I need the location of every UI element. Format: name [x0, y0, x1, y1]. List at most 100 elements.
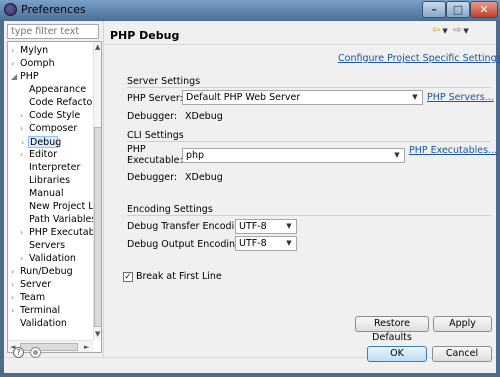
minimize-button[interactable]: – — [422, 1, 446, 18]
tree-item-label: Code Style — [29, 110, 81, 121]
tree-item-label: Terminal — [20, 305, 61, 316]
tree-items: › Mylyn › Oomph ◢ PHP Appearance Code Refactor ›… — [8, 42, 93, 340]
collapsed-arrow-icon[interactable]: › — [20, 123, 28, 135]
tree-item-label: Interpreter — [29, 162, 81, 173]
header-separator — [104, 44, 496, 45]
tree-item[interactable]: › Terminal — [8, 305, 93, 317]
tree-item[interactable]: › Oomph — [8, 58, 93, 70]
tree-item-label: Path Variables — [29, 214, 93, 225]
chevron-down-icon: ▼ — [412, 93, 418, 101]
tree-item-label: Editor — [29, 149, 58, 160]
tree-item[interactable]: Servers — [8, 240, 93, 252]
expanded-arrow-icon[interactable]: ◢ — [11, 71, 19, 83]
back-dropdown-icon[interactable]: ▼ — [442, 27, 447, 35]
debug-output-encoding-select[interactable]: UTF-8 ▼ — [235, 236, 297, 251]
preferences-window: Preferences – □ ✕ ›Mylyn›Oomph◢PHPAppear… — [0, 0, 500, 377]
scroll-down-icon[interactable]: ▼ — [95, 330, 100, 338]
collapsed-arrow-icon[interactable]: › — [11, 305, 19, 317]
break-at-first-line-label: Break at First Line — [136, 271, 222, 282]
tree-item-label: Server — [20, 279, 52, 290]
maximize-button[interactable]: □ — [446, 1, 470, 18]
tree-item[interactable]: › Server — [8, 279, 93, 291]
cli-debugger-label: Debugger: — [127, 172, 178, 183]
cancel-button[interactable]: Cancel — [432, 346, 492, 362]
collapsed-arrow-icon[interactable]: › — [11, 266, 19, 278]
php-server-select[interactable]: Default PHP Web Server ▼ — [182, 90, 423, 105]
tree-item[interactable]: Libraries — [8, 175, 93, 187]
collapsed-arrow-icon[interactable]: › — [11, 45, 19, 57]
tree-item[interactable]: ◢ PHP — [8, 71, 93, 83]
configure-project-settings-link[interactable]: Configure Project Specific Settings... — [338, 53, 500, 64]
debug-output-encoding-label: Debug Output Encoding — [127, 239, 242, 250]
tree-item[interactable]: Validation — [8, 318, 93, 330]
tree-item-label: Mylyn — [20, 45, 49, 56]
tree-item-label: PHP — [20, 71, 39, 82]
php-servers-link[interactable]: PHP Servers... — [427, 92, 494, 103]
collapsed-arrow-icon[interactable]: › — [21, 137, 29, 149]
tree-item-label: Validation — [29, 253, 76, 264]
filter-input[interactable] — [7, 24, 99, 39]
ok-button[interactable]: OK — [367, 346, 427, 362]
back-arrow-icon[interactable]: ⇦ — [432, 25, 440, 36]
tree-item[interactable]: Interpreter — [8, 162, 93, 174]
tree-item[interactable]: › Code Style — [8, 110, 93, 122]
import-export-icon[interactable] — [30, 347, 41, 358]
tree-item-label: Oomph — [20, 58, 55, 69]
server-debugger-value: XDebug — [185, 111, 223, 122]
tree-item[interactable]: › Run/Debug — [8, 266, 93, 278]
chevron-down-icon: ▼ — [394, 151, 400, 159]
tree-item[interactable]: › Team — [8, 292, 93, 304]
preferences-tree: › Mylyn › Oomph ◢ PHP Appearance Code Refactor ›… — [7, 41, 102, 353]
tree-vertical-scrollbar[interactable]: ▲ ▼ — [93, 42, 101, 340]
tree-item[interactable]: › Mylyn — [8, 45, 93, 57]
restore-defaults-button[interactable]: Restore Defaults — [355, 316, 429, 343]
tree-item[interactable]: › Debug — [21, 136, 61, 148]
scroll-up-icon[interactable]: ▲ — [95, 43, 100, 51]
php-executables-link[interactable]: PHP Executables... — [409, 145, 497, 156]
tree-item[interactable]: › PHP Executabl — [8, 227, 93, 239]
tree-vertical-scroll-thumb[interactable] — [94, 127, 101, 327]
close-button[interactable]: ✕ — [470, 1, 498, 18]
title-bar[interactable]: Preferences – □ ✕ — [0, 0, 500, 20]
page-title: PHP Debug — [110, 29, 180, 42]
collapsed-arrow-icon[interactable]: › — [20, 110, 28, 122]
debug-transfer-encoding-label: Debug Transfer Encoding — [127, 221, 247, 232]
tree-item[interactable]: New Project L — [8, 201, 93, 213]
tree-item-label: Code Refactor — [29, 97, 93, 108]
forward-dropdown-icon[interactable]: ▼ — [463, 27, 468, 35]
collapsed-arrow-icon[interactable]: › — [11, 58, 19, 70]
help-icon[interactable]: ? — [13, 347, 24, 358]
break-at-first-line-checkbox[interactable]: ✓ — [123, 272, 133, 282]
pane-sash[interactable] — [103, 21, 104, 357]
cli-settings-divider — [127, 141, 491, 142]
collapsed-arrow-icon[interactable]: › — [20, 149, 28, 161]
tree-item[interactable]: › Validation — [8, 253, 93, 265]
tree-item-label: Team — [20, 292, 46, 303]
tree-item-label: New Project L — [29, 201, 93, 212]
tree-horizontal-scroll-thumb[interactable] — [20, 343, 78, 351]
collapsed-arrow-icon[interactable]: › — [11, 279, 19, 291]
chevron-down-icon: ▼ — [286, 222, 292, 230]
php-executable-label-line2: Executable: — [127, 155, 183, 166]
collapsed-arrow-icon[interactable]: › — [11, 292, 19, 304]
php-executable-select[interactable]: php ▼ — [182, 148, 405, 163]
tree-item[interactable]: Path Variables — [8, 214, 93, 226]
encoding-settings-divider — [127, 215, 491, 216]
tree-item[interactable]: Manual — [8, 188, 93, 200]
chevron-down-icon: ▼ — [286, 239, 292, 247]
tree-item-label: Libraries — [29, 175, 71, 186]
tree-item[interactable]: Code Refactor — [8, 97, 93, 109]
tree-item[interactable]: › Composer — [8, 123, 93, 135]
tree-item[interactable]: › Editor — [8, 149, 93, 161]
forward-arrow-icon[interactable]: ⇨ — [453, 25, 461, 36]
debug-transfer-encoding-value: UTF-8 — [239, 221, 267, 232]
scroll-right-icon[interactable]: ► — [84, 343, 89, 351]
php-server-label: PHP Server: — [127, 93, 183, 104]
apply-button[interactable]: Apply — [433, 316, 492, 332]
debug-transfer-encoding-select[interactable]: UTF-8 ▼ — [235, 219, 297, 234]
collapsed-arrow-icon[interactable]: › — [20, 227, 28, 239]
collapsed-arrow-icon[interactable]: › — [20, 253, 28, 265]
tree-item[interactable]: Appearance — [8, 84, 93, 96]
dialog-client-area: ›Mylyn›Oomph◢PHPAppearanceCode Refactor›… — [4, 21, 500, 373]
php-executable-value: php — [186, 150, 205, 161]
